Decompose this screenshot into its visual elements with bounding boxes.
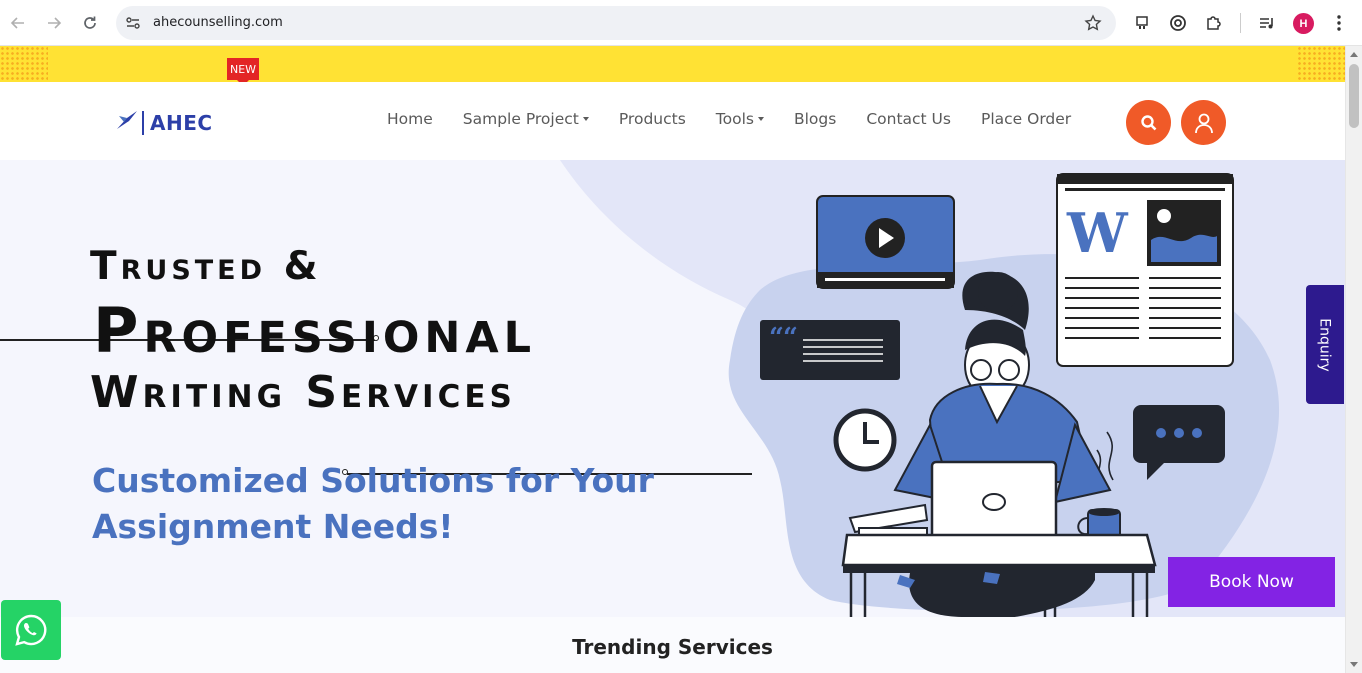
book-now-button[interactable]: Book Now [1168,557,1335,607]
bookmark-star-icon[interactable] [1084,14,1102,37]
media-control-icon[interactable] [1256,12,1278,34]
web-page: NEW AHEC Home Sample Project Products To… [0,46,1345,673]
enquiry-label: Enquiry [1317,317,1334,372]
whatsapp-icon [15,614,47,646]
clock-icon [833,408,897,472]
forward-icon[interactable] [41,10,67,36]
caret-down-icon [757,117,764,121]
nav-home-label: Home [387,110,433,128]
nav-tools-label: Tools [715,110,754,128]
nav-sample-project-label: Sample Project [462,110,579,128]
search-icon [1140,114,1156,130]
browser-toolbar: ahecounselling.com H [0,0,1362,46]
page-scrollbar[interactable] [1345,46,1362,673]
extension-icon[interactable] [1131,12,1153,34]
quote-box-icon: “ “ [760,320,900,380]
caret-down-icon [582,117,589,121]
hero-title-line-1: Trusted & [90,244,322,289]
extension-icon-2[interactable] [1167,12,1189,34]
site-logo[interactable]: AHEC [116,110,213,135]
nav-contact-us[interactable]: Contact Us [866,110,951,128]
video-player-icon [816,195,955,289]
enquiry-tab[interactable]: Enquiry [1306,285,1344,404]
svg-text:“: “ [783,323,798,353]
nav-products[interactable]: Products [619,110,686,128]
address-bar[interactable]: ahecounselling.com [116,6,1116,40]
toolbar-divider [1240,13,1241,33]
hero-subtitle: Customized Solutions for Your Assignment… [92,461,654,546]
search-button[interactable] [1126,100,1171,145]
nav-home[interactable]: Home [387,110,433,128]
site-info-icon[interactable] [124,14,142,32]
hero-title-line-2: Professional [93,294,537,367]
svg-text:“: “ [769,323,784,353]
trending-section: Trending Services [0,617,1345,673]
puzzle-extensions-icon[interactable] [1203,12,1225,34]
site-header: AHEC Home Sample Project Products Tools … [0,82,1345,160]
nav-products-label: Products [618,110,686,128]
reload-icon[interactable] [77,10,103,36]
logo-text: AHEC [150,110,213,135]
desk-illustration [841,533,1157,617]
logo-divider [142,110,144,135]
decor-dots-right [1297,46,1345,82]
url-text: ahecounselling.com [153,15,283,30]
nav-place-order-label: Place Order [980,110,1072,128]
user-icon [1194,113,1213,133]
profile-avatar[interactable]: H [1293,13,1314,34]
scroll-up-arrow[interactable] [1350,52,1358,57]
hero-title-line-3: Writing Services [90,367,516,418]
nav-sample-project[interactable]: Sample Project [463,110,589,128]
promo-banner[interactable] [0,46,1345,82]
decor-dots-left [0,46,48,82]
back-icon[interactable] [5,10,31,36]
document-icon: W [1056,173,1234,367]
nav-contact-us-label: Contact Us [866,110,951,128]
chat-bubble-icon [1133,405,1225,480]
trending-heading: Trending Services [572,635,773,659]
main-navigation: Home Sample Project Products Tools Blogs… [372,110,1086,128]
bird-logo-icon [116,110,138,135]
nav-blogs-label: Blogs [793,110,837,128]
scrollbar-thumb[interactable] [1349,64,1359,128]
writer-illustration: W “ “ [760,173,1234,617]
laptop-icon [930,460,1059,546]
new-badge: NEW [227,58,259,86]
scroll-down-arrow[interactable] [1350,662,1358,667]
account-button[interactable] [1181,100,1226,145]
svg-text:W: W [1066,201,1129,265]
hero-section: W “ “ Trusted & Professional Writing Ser… [0,160,1345,617]
whatsapp-button[interactable] [1,600,61,660]
nav-place-order[interactable]: Place Order [981,110,1071,128]
nav-tools[interactable]: Tools [716,110,764,128]
nav-blogs[interactable]: Blogs [794,110,836,128]
kebab-menu-icon[interactable] [1328,12,1350,34]
